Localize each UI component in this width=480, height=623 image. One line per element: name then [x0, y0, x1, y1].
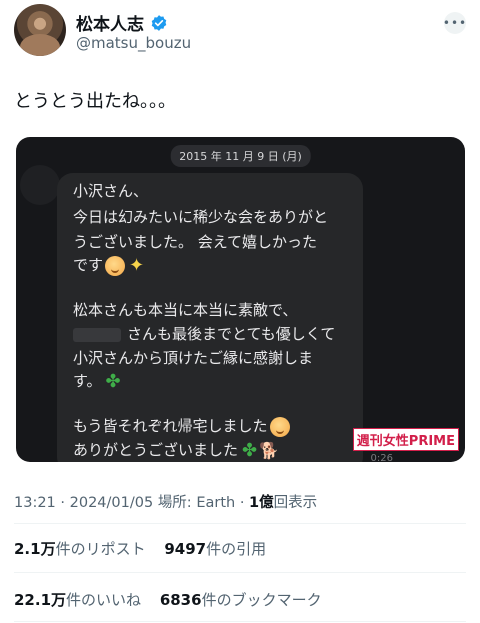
clover-icon: ✤: [105, 370, 121, 392]
smiling-face-icon: [269, 416, 290, 437]
video-duration: 0:26: [370, 453, 393, 462]
bookmarks-label: 件のブックマーク: [201, 591, 322, 609]
divider: [14, 523, 466, 524]
user-handle[interactable]: @matsu_bouzu: [76, 34, 191, 52]
tweet-meta: 13:21 · 2024/01/05 場所: Earth · 1億回表示: [14, 491, 317, 512]
avatar-figure: [20, 34, 60, 56]
sparkles-icon: ✦: [129, 254, 145, 276]
reposts-count: 2.1万: [14, 540, 56, 558]
chat-line-text: す。: [73, 372, 102, 390]
divider: [14, 572, 466, 573]
quotes-count: 9497: [164, 540, 207, 558]
more-options-icon[interactable]: •••: [443, 12, 466, 34]
repost-quote-stats: 2.1万件のリポスト 9497件の引用: [14, 538, 266, 559]
redacted-name: [73, 327, 121, 342]
tweet-time[interactable]: 13:21: [14, 495, 56, 511]
tweet-header: 松本人志 @matsu_bouzu •••: [14, 4, 466, 56]
bookmarks-count: 6836: [159, 591, 202, 609]
clover-icon: ✤: [242, 439, 258, 461]
display-name[interactable]: 松本人志: [76, 10, 144, 35]
chat-line: 松本さんも本当に本当に素敵で、: [73, 301, 298, 319]
smiling-face-icon: [105, 255, 126, 276]
watermark-logo: 週刊女性PRIME: [352, 428, 459, 451]
likes-count: 22.1万: [14, 591, 67, 609]
tweet-text: とうとう出たね。。。: [14, 91, 176, 112]
chat-line: うございました。 会えて嬉しかった: [73, 233, 318, 251]
like-bookmark-stats: 22.1万件のいいね 6836件のブックマーク: [14, 589, 322, 610]
chat-line: ありがとうございました ✤ 🐕: [73, 440, 279, 461]
bookmarks-link[interactable]: 6836件のブックマーク: [160, 591, 322, 609]
likes-link[interactable]: 22.1万件のいいね: [14, 591, 141, 609]
chat-line: です ✦: [73, 255, 144, 276]
location-label: 場所:: [157, 495, 192, 511]
chat-line: 小沢さんから頂けたご縁に感謝しま: [73, 349, 314, 367]
quotes-link[interactable]: 9497件の引用: [164, 540, 266, 558]
name-row: 松本人志: [76, 10, 168, 35]
quotes-label: 件の引用: [206, 540, 267, 558]
tweet-media-video[interactable]: 2015 年 11 月 9 日 (月) 小沢さん、 今日は幻みたいに稀少な会をあ…: [16, 137, 465, 462]
chat-line: もう皆それぞれ帰宅しました: [73, 416, 290, 437]
tweet-location: Earth: [196, 495, 236, 511]
chat-line-text: です: [73, 256, 104, 274]
divider: [14, 621, 466, 622]
avatar[interactable]: [14, 4, 66, 56]
reposts-label: 件のリポスト: [55, 540, 146, 558]
view-count-label: 回表示: [273, 495, 318, 511]
chat-line: 今日は幻みたいに稀少な会をありがと: [73, 208, 329, 226]
chat-line: さんも最後までとても優しくて: [73, 324, 335, 344]
chat-date-label: 2015 年 11 月 9 日 (月): [170, 145, 311, 167]
chat-avatar: [20, 165, 60, 205]
tweet-date[interactable]: 2024/01/05: [70, 495, 154, 511]
verified-badge-icon: [151, 14, 167, 31]
chat-line: 小沢さん、: [73, 182, 149, 200]
view-count: 1億: [249, 495, 274, 511]
dog-icon: 🐕: [259, 440, 280, 460]
chat-line: す。 ✤: [73, 371, 121, 392]
meta-separator: ·: [60, 495, 66, 511]
meta-separator: ·: [239, 495, 245, 511]
chat-line-text: さんも最後までとても優しくて: [127, 325, 336, 343]
chat-line-text: もう皆それぞれ帰宅しました: [73, 417, 268, 435]
likes-label: 件のいいね: [66, 591, 142, 609]
chat-line-text: ありがとうございました: [73, 441, 239, 459]
reposts-link[interactable]: 2.1万件のリポスト: [14, 540, 146, 558]
